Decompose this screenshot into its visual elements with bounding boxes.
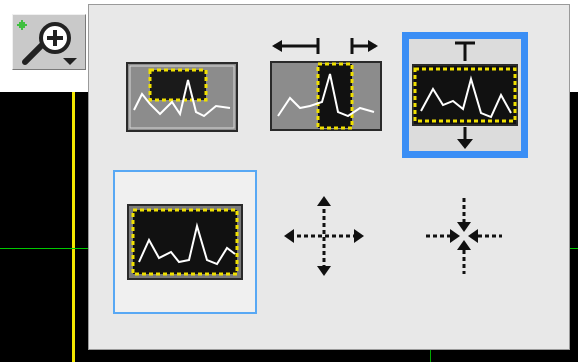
zoom-in-magnifier-icon bbox=[17, 20, 77, 65]
zoom-rectangle-icon bbox=[126, 62, 238, 132]
y-zoom-icon bbox=[412, 41, 518, 149]
zoom-in-about-point-option[interactable] bbox=[282, 194, 366, 278]
zoom-tool-button[interactable] bbox=[12, 14, 86, 70]
x-zoom-option[interactable] bbox=[270, 36, 382, 132]
zoom-to-fit-option[interactable] bbox=[113, 170, 257, 314]
zoom-to-fit-icon bbox=[127, 204, 243, 280]
chevron-down-icon bbox=[63, 58, 77, 65]
graph-cursor-line[interactable] bbox=[72, 92, 75, 362]
y-zoom-option[interactable] bbox=[402, 32, 528, 158]
zoom-out-about-point-icon bbox=[426, 198, 502, 274]
zoom-in-about-point-icon bbox=[284, 196, 364, 276]
zoom-out-about-point-option[interactable] bbox=[422, 194, 506, 278]
zoom-rectangle-option[interactable] bbox=[126, 62, 238, 132]
x-zoom-icon bbox=[270, 38, 382, 131]
